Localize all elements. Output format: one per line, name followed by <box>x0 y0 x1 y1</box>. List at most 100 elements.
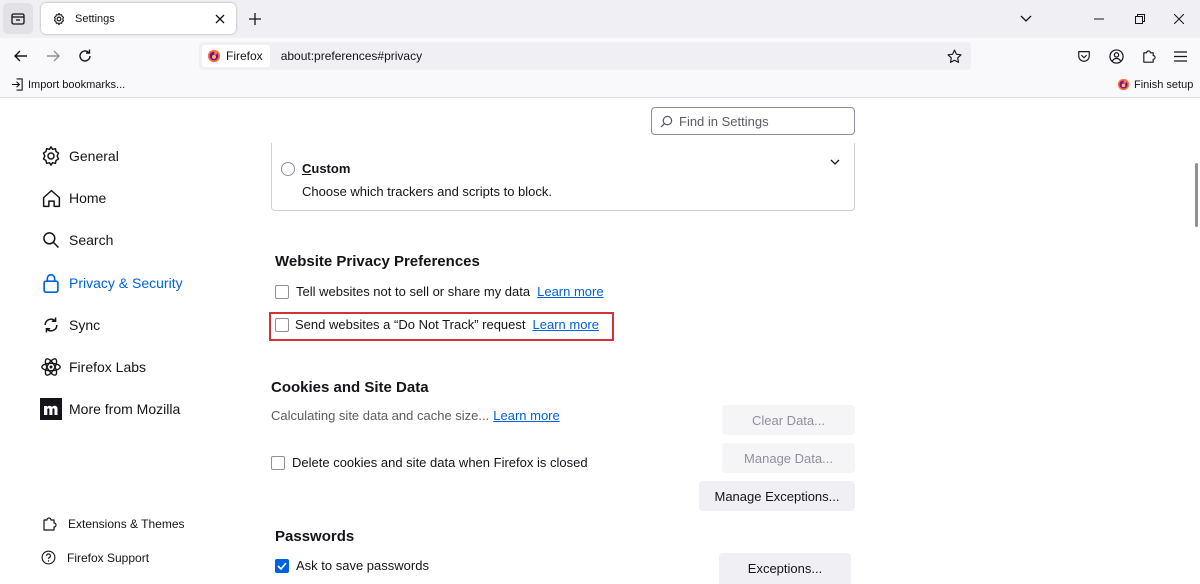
dnt-checkbox[interactable] <box>275 317 289 332</box>
category-label: Firefox Labs <box>69 359 147 375</box>
pocket-button[interactable] <box>1073 45 1095 67</box>
cookies-heading: Cookies and Site Data <box>271 379 429 396</box>
account-button[interactable] <box>1105 45 1127 67</box>
category-firefox-labs[interactable]: Firefox Labs <box>40 356 146 378</box>
firefox-logo-icon <box>207 49 221 63</box>
category-label: General <box>69 148 119 164</box>
dnt-checkbox-row[interactable]: Send websites a “Do Not Track” request L… <box>275 317 599 332</box>
category-label: Privacy & Security <box>69 275 183 291</box>
clear-data-button[interactable]: Clear Data... <box>722 405 855 435</box>
list-all-tabs-button[interactable] <box>1016 9 1036 29</box>
dnt-learn-more-link[interactable]: Learn more <box>533 317 599 332</box>
manage-exceptions-button[interactable]: Manage Exceptions... <box>699 481 855 511</box>
bookmarks-toolbar: Import bookmarks... Finish setup <box>0 74 1200 98</box>
gear-icon <box>51 11 67 27</box>
help-icon <box>41 550 56 565</box>
back-button[interactable] <box>9 45 33 67</box>
finish-setup-label: Finish setup <box>1134 78 1194 91</box>
cookies-learn-more-link[interactable]: Learn more <box>493 408 559 423</box>
search-icon <box>40 229 62 251</box>
scrollbar-thumb[interactable] <box>1195 163 1198 227</box>
app-menu-button[interactable] <box>1169 45 1191 67</box>
category-label: Search <box>69 232 114 248</box>
new-tab-button[interactable] <box>246 10 264 28</box>
tab-list-icon <box>11 12 25 25</box>
tab-settings[interactable]: Settings <box>41 3 236 34</box>
import-bookmarks-item[interactable]: Import bookmarks... <box>11 78 125 91</box>
gpc-label: Tell websites not to sell or share my da… <box>296 284 531 299</box>
ask-to-save-row[interactable]: Ask to save passwords <box>275 558 429 573</box>
delete-on-close-label: Delete cookies and site data when Firefo… <box>292 455 588 470</box>
category-sync[interactable]: Sync <box>40 314 100 336</box>
tab-title: Settings <box>75 12 115 25</box>
ask-to-save-checkbox[interactable] <box>275 558 289 573</box>
close-icon <box>1174 14 1184 24</box>
close-tab-icon[interactable] <box>212 11 228 27</box>
cookies-status: Calculating site data and cache size... L… <box>271 408 560 423</box>
url-bar[interactable]: Firefox about:preferences#privacy <box>199 42 971 70</box>
category-label: More from Mozilla <box>69 401 181 417</box>
category-privacy[interactable]: Privacy & Security <box>40 272 183 294</box>
category-label: Home <box>69 190 107 206</box>
custom-radio[interactable] <box>281 162 295 176</box>
url-text[interactable]: about:preferences#privacy <box>281 49 943 63</box>
puzzle-icon <box>1142 49 1156 63</box>
identity-label: Firefox <box>226 49 263 63</box>
search-input[interactable] <box>679 113 849 129</box>
preferences-page: General Home Search Privacy & Security S… <box>0 98 1200 584</box>
custom-option-description: Choose which trackers and scripts to blo… <box>302 184 552 199</box>
gear-icon <box>40 145 62 167</box>
hamburger-icon <box>1173 50 1187 62</box>
bookmark-star-icon[interactable] <box>943 45 965 67</box>
restore-icon <box>1135 14 1145 24</box>
extensions-themes-link[interactable]: Extensions & Themes <box>41 516 185 532</box>
password-exceptions-button[interactable]: Exceptions... <box>719 553 851 584</box>
category-home[interactable]: Home <box>40 187 106 209</box>
category-general[interactable]: General <box>40 145 119 167</box>
category-label: Sync <box>69 317 101 333</box>
gpc-learn-more-link[interactable]: Learn more <box>537 284 603 299</box>
settings-search[interactable] <box>651 107 855 135</box>
delete-on-close-row[interactable]: Delete cookies and site data when Firefo… <box>271 455 588 470</box>
forward-button[interactable] <box>41 45 65 67</box>
extensions-button[interactable] <box>1137 45 1159 67</box>
search-icon <box>660 115 673 127</box>
navigation-toolbar: Firefox about:preferences#privacy <box>0 38 1200 74</box>
close-window-button[interactable] <box>1169 9 1189 29</box>
delete-on-close-checkbox[interactable] <box>271 455 285 470</box>
import-bookmarks-label: Import bookmarks... <box>28 78 126 91</box>
account-icon <box>1108 48 1124 64</box>
cookies-status-text: Calculating site data and cache size... <box>271 408 490 423</box>
puzzle-icon <box>43 517 57 531</box>
site-identity[interactable]: Firefox <box>202 45 270 67</box>
finish-setup-item[interactable]: Finish setup <box>1117 78 1193 91</box>
tab-overview-button[interactable] <box>3 3 33 34</box>
category-search[interactable]: Search <box>40 229 113 251</box>
tab-strip: Settings <box>0 0 1200 38</box>
custom-tracking-option[interactable]: Custom Choose which trackers and scripts… <box>271 143 855 211</box>
plus-icon <box>249 13 261 25</box>
lock-icon <box>40 272 62 294</box>
passwords-heading: Passwords <box>275 528 355 545</box>
custom-option-title: Custom <box>302 161 351 176</box>
privacy-preferences-heading: Website Privacy Preferences <box>275 253 480 270</box>
restore-button[interactable] <box>1130 9 1150 29</box>
minimize-button[interactable] <box>1089 9 1109 29</box>
chevron-down-icon <box>1020 15 1032 22</box>
manage-data-button[interactable]: Manage Data... <box>722 443 855 473</box>
reload-icon <box>79 49 91 62</box>
gpc-checkbox[interactable] <box>275 284 289 299</box>
mozilla-icon <box>40 398 62 420</box>
category-more-from-mozilla[interactable]: More from Mozilla <box>40 398 180 420</box>
chevron-down-icon[interactable] <box>830 159 840 166</box>
import-icon <box>11 78 23 91</box>
dnt-label: Send websites a “Do Not Track” request <box>295 317 526 332</box>
pocket-icon <box>1078 51 1090 62</box>
firefox-support-link[interactable]: Firefox Support <box>41 550 149 565</box>
home-icon <box>40 187 62 209</box>
extensions-themes-label: Extensions & Themes <box>68 517 185 531</box>
arrow-right-icon <box>47 50 60 62</box>
reload-button[interactable] <box>73 45 97 67</box>
minimize-icon <box>1094 18 1104 20</box>
gpc-checkbox-row[interactable]: Tell websites not to sell or share my da… <box>275 284 604 299</box>
